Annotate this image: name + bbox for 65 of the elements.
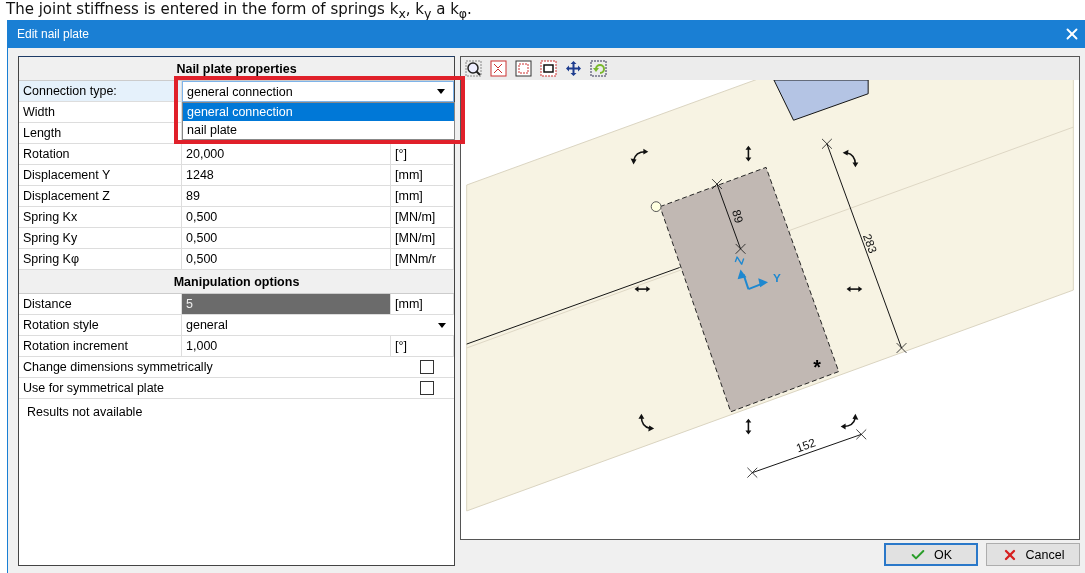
selection-icon[interactable] [515, 59, 532, 77]
property-value[interactable]: 0,500 [182, 249, 391, 270]
property-label: Rotation increment [19, 336, 182, 357]
property-label: Spring Kx [19, 207, 182, 228]
unit-label: [°] [391, 336, 454, 357]
property-label: Spring Kφ [19, 249, 182, 270]
unit-label: [mm] [391, 165, 454, 186]
frame-icon[interactable] [540, 59, 557, 77]
property-label: Distance [19, 294, 182, 315]
caret-icon [438, 322, 446, 328]
dropdown-option[interactable]: general connection [183, 103, 454, 121]
results-text: Results not available [27, 405, 143, 419]
rotate-handle-icon[interactable] [840, 413, 859, 430]
window-title: Edit nail plate [17, 27, 90, 41]
checkbox[interactable] [420, 381, 434, 395]
dimension-label: 89 [730, 207, 746, 224]
section-header: Manipulation options [173, 274, 300, 289]
rotate-handle-icon[interactable] [842, 149, 859, 167]
section-header: Nail plate properties [176, 61, 297, 76]
ok-button[interactable]: OK [884, 543, 978, 566]
property-label: Displacement Y [19, 165, 182, 186]
zoom-icon[interactable] [465, 59, 482, 77]
property-value[interactable]: 0,500 [182, 207, 391, 228]
property-value[interactable]: 1248 [182, 165, 391, 186]
property-label: Width [19, 102, 182, 123]
option-label: Change dimensions symmetrically [19, 357, 391, 378]
resize-handle-icon[interactable] [846, 285, 863, 292]
unit-label: [°] [391, 144, 454, 165]
property-label: Length [19, 123, 182, 144]
unit-label: [mm] [391, 186, 454, 207]
property-value[interactable]: 20,000 [182, 144, 391, 165]
unit-label: [mm] [391, 294, 454, 315]
drawing-canvas[interactable]: * 89 283 152 Z Y [460, 56, 1080, 540]
property-label: Spring Ky [19, 228, 182, 249]
connection-type-select[interactable]: general connection [182, 81, 454, 102]
resize-handle-icon[interactable] [745, 418, 752, 434]
rotate-handle-icon[interactable] [638, 413, 655, 431]
property-value[interactable]: 5 [182, 294, 391, 315]
cancel-button[interactable]: Cancel [986, 543, 1080, 566]
property-label: Displacement Z [19, 186, 182, 207]
property-value[interactable]: 0,500 [182, 228, 391, 249]
option-label: Use for symmetrical plate [19, 378, 391, 399]
resize-handle-icon[interactable] [634, 285, 651, 292]
rotate-handle-icon[interactable] [630, 148, 649, 164]
fit-icon[interactable] [490, 59, 507, 77]
corner-handle[interactable] [650, 200, 662, 212]
checkbox[interactable] [420, 360, 434, 374]
property-value[interactable]: 89 [182, 186, 391, 207]
property-label: Connection type: [19, 81, 182, 102]
dimension-label: 152 [794, 435, 818, 454]
axis-label: Z [731, 254, 747, 266]
resize-handle-icon[interactable] [745, 145, 752, 162]
axis-arrows-icon [737, 269, 769, 290]
property-value[interactable]: 1,000 [182, 336, 391, 357]
property-label: Rotation [19, 144, 182, 165]
unit-label: [MNm/r [391, 249, 454, 270]
undo-icon[interactable] [590, 59, 607, 77]
dimension-label: 283 [860, 231, 880, 255]
axis-label: Y [772, 270, 781, 284]
unit-label: [MN/m] [391, 228, 454, 249]
unit-label: [MN/m] [391, 207, 454, 228]
move-icon[interactable] [565, 59, 582, 77]
asterisk-mark: * [813, 356, 821, 379]
caret-icon [437, 89, 445, 94]
property-label: Rotation style [19, 315, 182, 336]
